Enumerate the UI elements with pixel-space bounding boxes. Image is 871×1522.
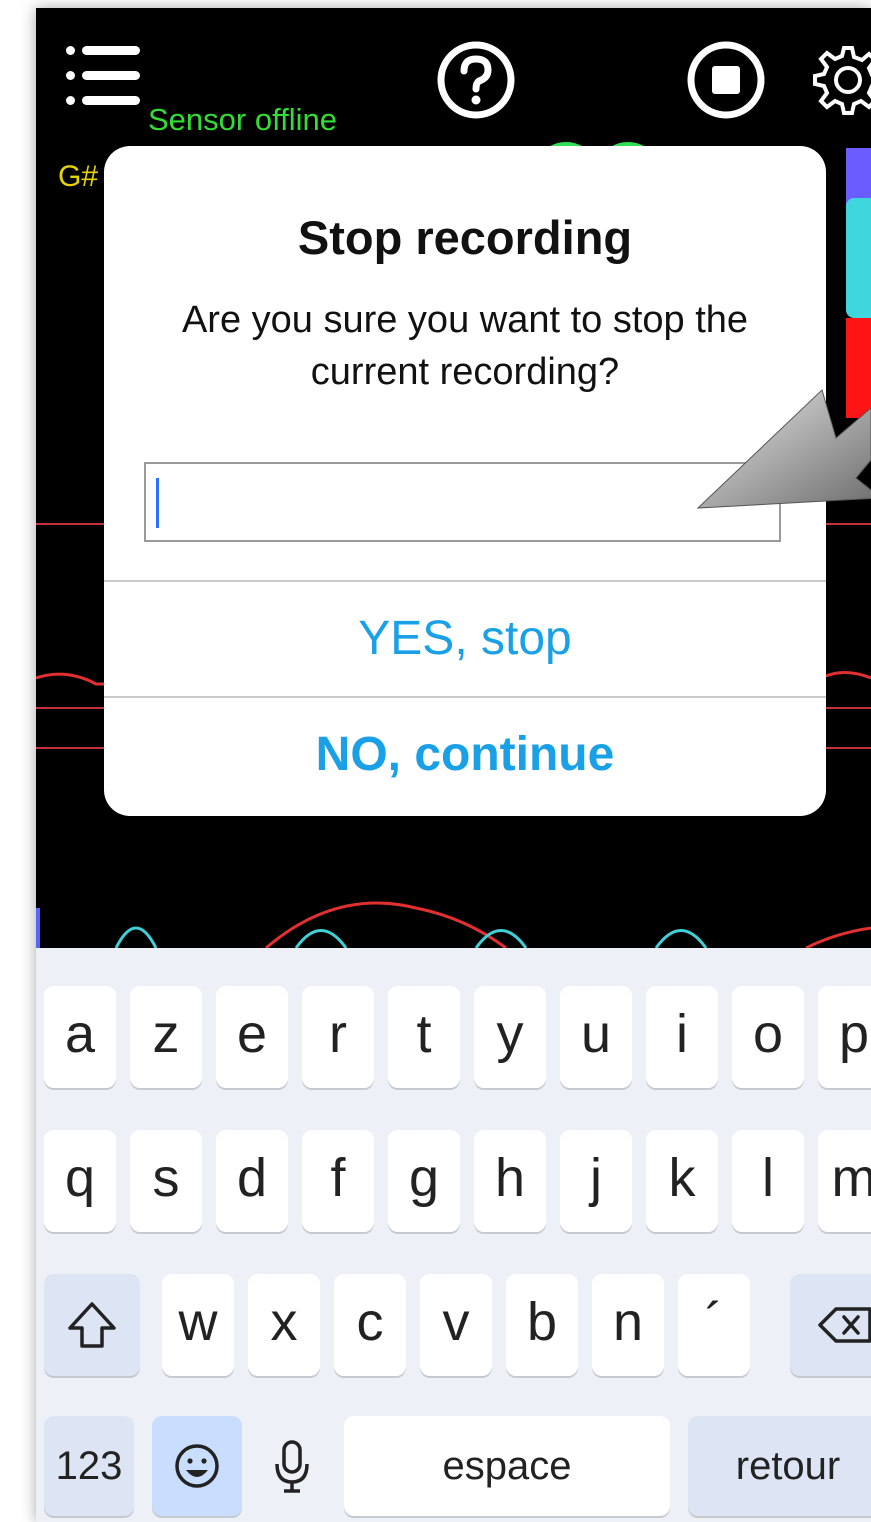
microphone-key[interactable] (262, 1416, 322, 1516)
on-screen-keyboard: azertyuiop qsdfghjklm wxcvbn´ 123 (36, 948, 871, 1522)
backspace-icon (818, 1307, 871, 1343)
key-p[interactable]: p (818, 986, 871, 1088)
key-e[interactable]: e (216, 986, 288, 1088)
key-c[interactable]: c (334, 1274, 406, 1376)
key-j[interactable]: j (560, 1130, 632, 1232)
backspace-key[interactable] (790, 1274, 871, 1376)
key-u[interactable]: u (560, 986, 632, 1088)
key-v[interactable]: v (420, 1274, 492, 1376)
key-h[interactable]: h (474, 1130, 546, 1232)
key-a[interactable]: a (44, 986, 116, 1088)
microphone-icon (275, 1440, 309, 1493)
numbers-key[interactable]: 123 (44, 1416, 134, 1516)
key-w[interactable]: w (162, 1274, 234, 1376)
key-b[interactable]: b (506, 1274, 578, 1376)
key-i[interactable]: i (646, 986, 718, 1088)
shift-icon (68, 1302, 116, 1348)
key-t[interactable]: t (388, 986, 460, 1088)
key-o[interactable]: o (732, 986, 804, 1088)
emoji-key[interactable] (152, 1416, 242, 1516)
key-m[interactable]: m (818, 1130, 871, 1232)
space-key[interactable]: espace (344, 1416, 670, 1516)
return-key[interactable]: retour (688, 1416, 871, 1516)
pointer-arrow-icon (696, 389, 871, 509)
key-y[interactable]: y (474, 986, 546, 1088)
key-n[interactable]: n (592, 1274, 664, 1376)
key-k[interactable]: k (646, 1130, 718, 1232)
key-l[interactable]: l (732, 1130, 804, 1232)
key-q[interactable]: q (44, 1130, 116, 1232)
key-z[interactable]: z (130, 986, 202, 1088)
emoji-icon (175, 1444, 219, 1488)
key-s[interactable]: s (130, 1130, 202, 1232)
key-d[interactable]: d (216, 1130, 288, 1232)
app-screen: Sensor offline G# 4) Stop recording Are … (36, 8, 871, 1522)
key-x[interactable]: x (248, 1274, 320, 1376)
key-r[interactable]: r (302, 986, 374, 1088)
key-acute-accent[interactable]: ´ (678, 1274, 750, 1376)
shift-key[interactable] (44, 1274, 140, 1376)
key-f[interactable]: f (302, 1130, 374, 1232)
key-g[interactable]: g (388, 1130, 460, 1232)
